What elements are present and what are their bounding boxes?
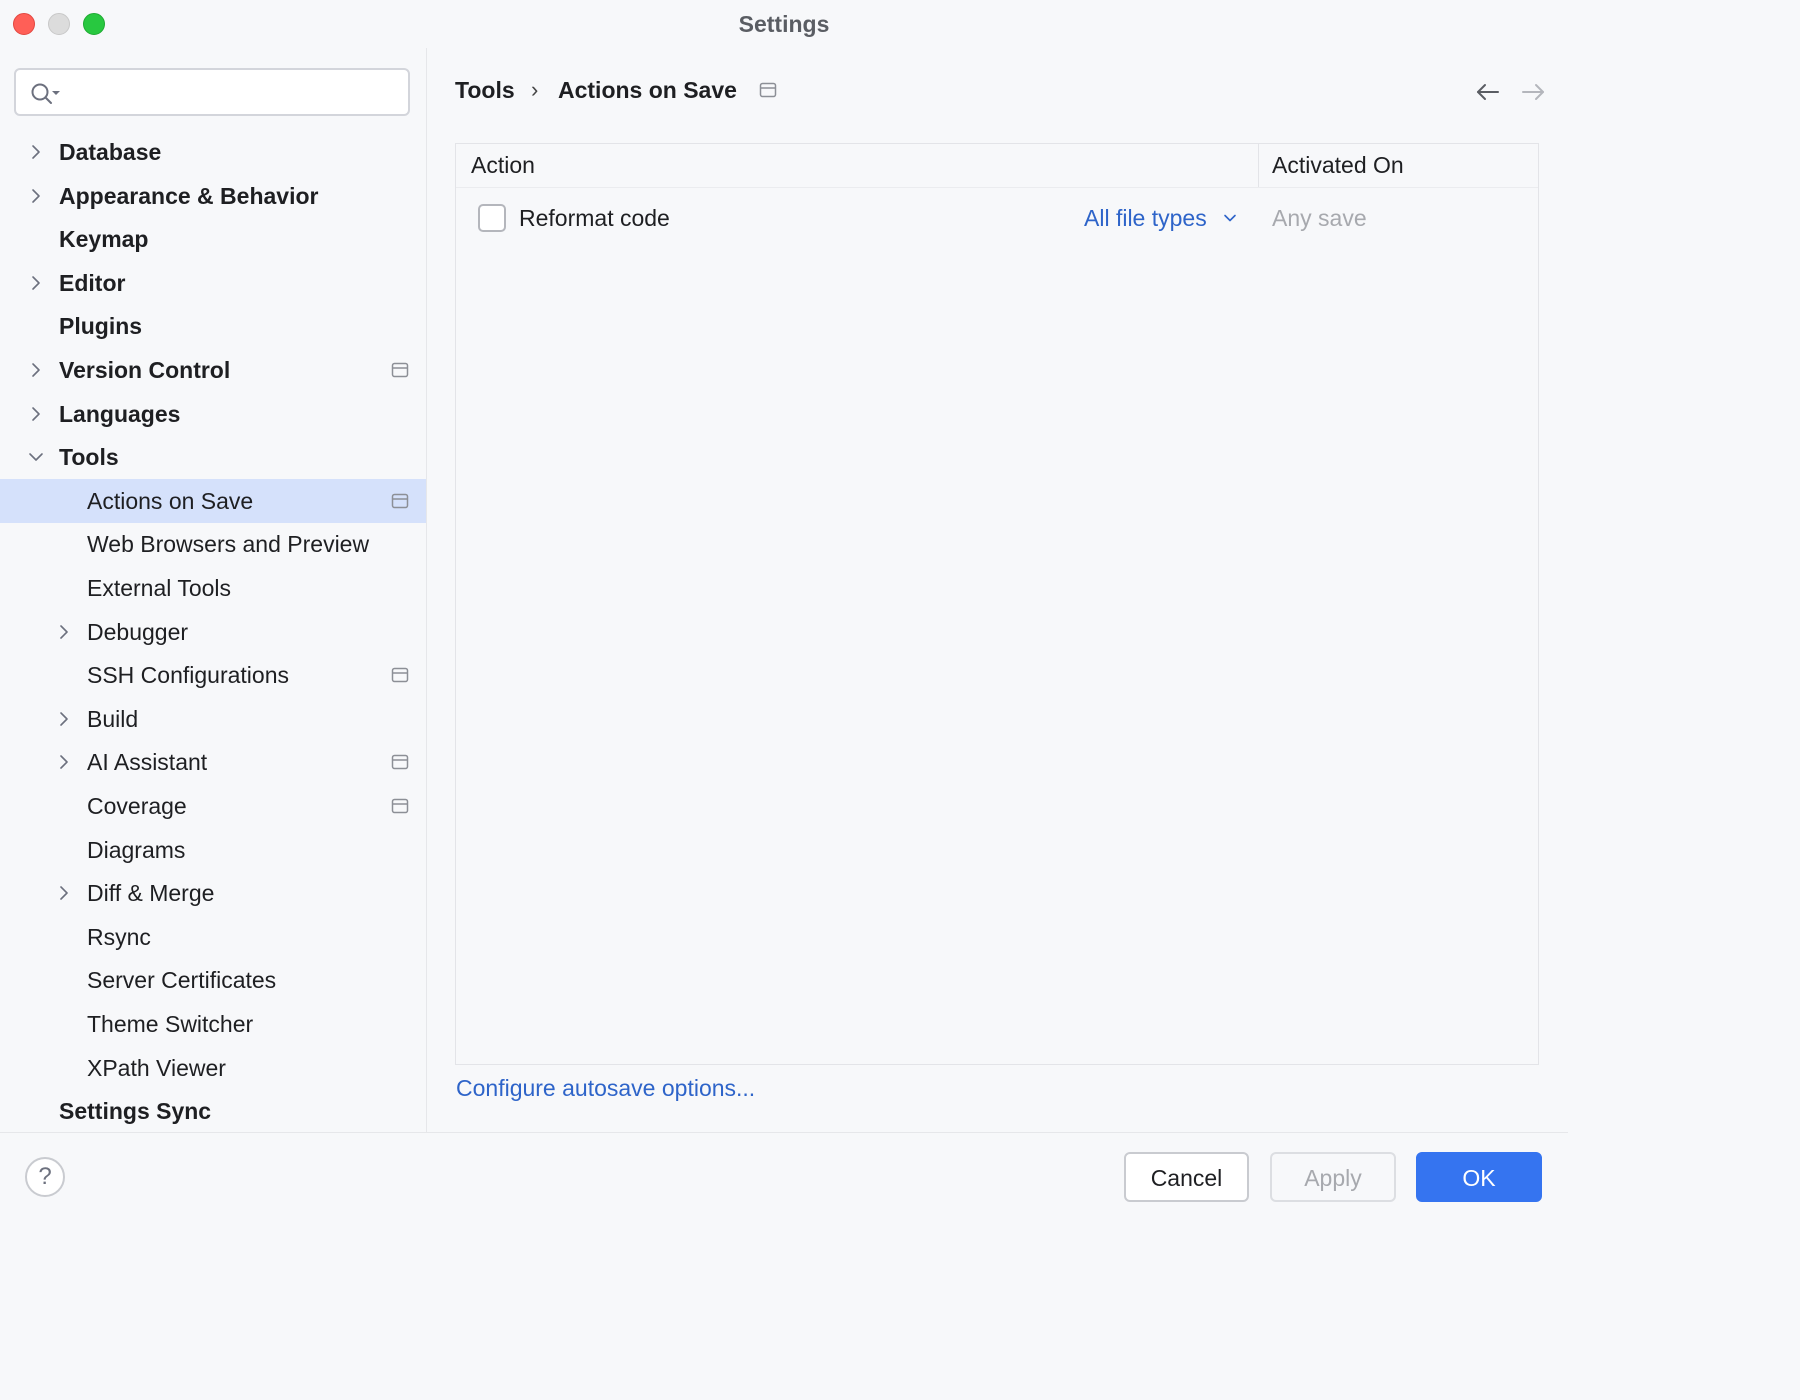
breadcrumb-separator: › xyxy=(531,74,538,106)
search-box[interactable] xyxy=(14,68,410,116)
sidebar-item-database[interactable]: Database xyxy=(0,130,426,174)
sidebar-item-settings-sync[interactable]: Settings Sync xyxy=(0,1089,426,1133)
search-input[interactable] xyxy=(68,76,402,110)
sidebar-item-editor[interactable]: Editor xyxy=(0,261,426,305)
chevron-down-icon[interactable] xyxy=(1222,210,1238,226)
breadcrumb-current: Actions on Save xyxy=(558,74,737,106)
sidebar-item-label: Debugger xyxy=(87,610,188,654)
chevron-right-icon[interactable] xyxy=(54,752,74,772)
sidebar-item-plugins[interactable]: Plugins xyxy=(0,304,426,348)
configure-autosave-link[interactable]: Configure autosave options... xyxy=(456,1070,755,1106)
chevron-right-icon[interactable] xyxy=(26,360,46,380)
sidebar-item-label: Server Certificates xyxy=(87,958,276,1002)
sidebar-item-label: Web Browsers and Preview xyxy=(87,522,369,566)
activated-on-value: Any save xyxy=(1272,200,1367,236)
chevron-right-icon[interactable] xyxy=(26,273,46,293)
project-scope-icon xyxy=(759,82,777,98)
help-button[interactable]: ? xyxy=(25,1157,65,1197)
sidebar-item-label: Version Control xyxy=(59,348,230,392)
project-scope-icon xyxy=(391,754,409,770)
sidebar-item-label: External Tools xyxy=(87,566,231,610)
dialog-footer: ? Cancel Apply OK xyxy=(0,1132,1568,1221)
sidebar-item-coverage[interactable]: Coverage xyxy=(0,784,426,828)
reformat-code-checkbox[interactable] xyxy=(478,204,506,232)
sidebar-item-label: Plugins xyxy=(59,304,142,348)
sidebar-item-label: Coverage xyxy=(87,784,187,828)
sidebar-item-keymap[interactable]: Keymap xyxy=(0,217,426,261)
breadcrumb-parent[interactable]: Tools xyxy=(455,74,515,106)
title-bar: Settings xyxy=(0,0,1568,48)
settings-sidebar: DatabaseAppearance & BehaviorKeymapEdito… xyxy=(0,48,427,1132)
sidebar-item-version-control[interactable]: Version Control xyxy=(0,348,426,392)
actions-table: Action Activated On Reformat code All fi… xyxy=(455,143,1539,1065)
sidebar-item-label: Editor xyxy=(59,261,125,305)
chevron-right-icon[interactable] xyxy=(26,142,46,162)
chevron-right-icon[interactable] xyxy=(54,709,74,729)
ok-button[interactable]: OK xyxy=(1416,1152,1542,1202)
sidebar-item-actions-on-save[interactable]: Actions on Save xyxy=(0,479,426,523)
file-types-dropdown[interactable]: All file types xyxy=(1084,200,1207,236)
sidebar-item-label: Diagrams xyxy=(87,828,185,872)
sidebar-item-server-certificates[interactable]: Server Certificates xyxy=(0,958,426,1002)
reformat-code-label[interactable]: Reformat code xyxy=(519,200,670,236)
project-scope-icon xyxy=(391,493,409,509)
column-header-activated-on: Activated On xyxy=(1272,144,1404,187)
cancel-button[interactable]: Cancel xyxy=(1124,1152,1249,1202)
chevron-right-icon[interactable] xyxy=(26,186,46,206)
project-scope-icon xyxy=(391,362,409,378)
sidebar-item-debugger[interactable]: Debugger xyxy=(0,610,426,654)
window-title: Settings xyxy=(0,0,1568,48)
sidebar-item-build[interactable]: Build xyxy=(0,697,426,741)
sidebar-item-label: Rsync xyxy=(87,915,151,959)
sidebar-item-label: Languages xyxy=(59,392,180,436)
sidebar-item-web-browsers-and-preview[interactable]: Web Browsers and Preview xyxy=(0,522,426,566)
forward-arrow-icon[interactable] xyxy=(1520,80,1546,104)
header-divider xyxy=(456,187,1538,188)
sidebar-item-label: Appearance & Behavior xyxy=(59,174,318,218)
sidebar-item-xpath-viewer[interactable]: XPath Viewer xyxy=(0,1046,426,1090)
sidebar-item-theme-switcher[interactable]: Theme Switcher xyxy=(0,1002,426,1046)
column-divider[interactable] xyxy=(1258,144,1259,187)
sidebar-item-label: Diff & Merge xyxy=(87,871,214,915)
chevron-down-icon[interactable] xyxy=(26,447,46,467)
back-arrow-icon[interactable] xyxy=(1475,80,1501,104)
sidebar-item-external-tools[interactable]: External Tools xyxy=(0,566,426,610)
sidebar-item-label: Tools xyxy=(59,435,119,479)
project-scope-icon xyxy=(391,798,409,814)
search-icon xyxy=(30,82,64,106)
sidebar-item-label: Build xyxy=(87,697,138,741)
sidebar-item-diagrams[interactable]: Diagrams xyxy=(0,828,426,872)
chevron-right-icon[interactable] xyxy=(26,404,46,424)
sidebar-item-label: Settings Sync xyxy=(59,1089,211,1133)
sidebar-item-label: Database xyxy=(59,130,161,174)
sidebar-item-appearance-and-behavior[interactable]: Appearance & Behavior xyxy=(0,174,426,218)
column-header-action: Action xyxy=(471,144,535,187)
sidebar-item-label: Keymap xyxy=(59,217,148,261)
main-panel: Tools › Actions on Save Action Activated… xyxy=(427,48,1568,1132)
chevron-right-icon[interactable] xyxy=(54,883,74,903)
sidebar-item-label: Theme Switcher xyxy=(87,1002,253,1046)
sidebar-item-label: AI Assistant xyxy=(87,740,207,784)
apply-button[interactable]: Apply xyxy=(1270,1152,1396,1202)
chevron-right-icon[interactable] xyxy=(54,622,74,642)
sidebar-item-ssh-configurations[interactable]: SSH Configurations xyxy=(0,653,426,697)
sidebar-item-diff-and-merge[interactable]: Diff & Merge xyxy=(0,871,426,915)
sidebar-item-label: Actions on Save xyxy=(87,479,253,523)
sidebar-item-rsync[interactable]: Rsync xyxy=(0,915,426,959)
sidebar-item-ai-assistant[interactable]: AI Assistant xyxy=(0,740,426,784)
project-scope-icon xyxy=(391,667,409,683)
sidebar-item-tools[interactable]: Tools xyxy=(0,435,426,479)
sidebar-item-label: SSH Configurations xyxy=(87,653,289,697)
sidebar-item-label: XPath Viewer xyxy=(87,1046,226,1090)
sidebar-item-languages[interactable]: Languages xyxy=(0,392,426,436)
